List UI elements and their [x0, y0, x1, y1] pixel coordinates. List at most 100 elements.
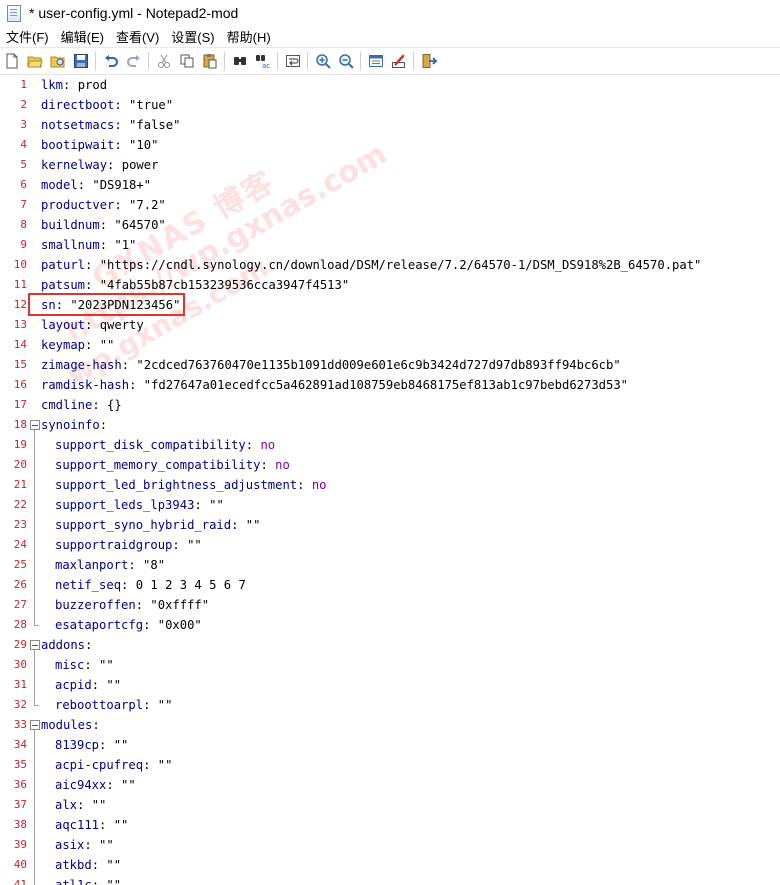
- yaml-colon: :: [114, 198, 122, 212]
- line-number: 13: [13, 318, 27, 331]
- menu-help[interactable]: 帮助(H): [221, 27, 277, 46]
- yaml-value: no: [253, 438, 276, 452]
- zoom-in-icon[interactable]: [312, 50, 334, 72]
- code-text: notsetmacs: "false": [41, 115, 180, 135]
- code-line: 30 misc: "": [0, 655, 780, 675]
- replace-icon[interactable]: ac: [252, 50, 274, 72]
- code-line: 18 synoinfo:: [0, 415, 780, 435]
- code-text: paturl: "https://cndl.synology.cn/downlo…: [41, 255, 701, 275]
- yaml-key: lkm: [41, 78, 64, 92]
- svg-text:ac: ac: [262, 62, 270, 69]
- fold-guide: [34, 730, 35, 885]
- yaml-colon: :: [106, 778, 114, 792]
- code-line: 24 supportraidgroup: "": [0, 535, 780, 555]
- code-text: support_leds_lp3943: "": [55, 495, 224, 515]
- line-number: 30: [13, 658, 27, 671]
- fold-end-marker: [34, 705, 39, 706]
- code-line: 12 sn: "2023PDN123456": [0, 295, 780, 315]
- code-line: 31 acpid: "": [0, 675, 780, 695]
- code-line: 11 patsum: "4fab55b87cb153239536cca3947f4…: [0, 275, 780, 295]
- yaml-value: "fd27647a01ecedfcc5a462891ad108759eb8468…: [136, 378, 629, 392]
- yaml-value: "": [91, 658, 114, 672]
- yaml-colon: :: [77, 178, 86, 192]
- yaml-colon: :: [114, 98, 122, 112]
- fold-guide: [34, 650, 35, 705]
- yaml-value: "false": [121, 118, 181, 132]
- new-file-icon[interactable]: [1, 50, 23, 72]
- redo-icon[interactable]: [123, 50, 145, 72]
- menu-file[interactable]: 文件(F): [0, 27, 55, 46]
- fold-toggle-icon[interactable]: [30, 720, 40, 730]
- yaml-key: support_disk_compatibility: [55, 438, 246, 452]
- line-number: 29: [13, 638, 27, 651]
- yaml-key: reboottoarpl: [55, 698, 144, 712]
- yaml-colon: :: [114, 138, 122, 152]
- word-wrap-icon[interactable]: [282, 50, 304, 72]
- code-text: acpi-cpufreq: "": [55, 755, 172, 775]
- yaml-value: prod: [70, 78, 108, 92]
- yaml-value: no: [304, 478, 327, 492]
- toolbar-separator: [360, 52, 361, 70]
- menu-settings[interactable]: 设置(S): [165, 27, 220, 46]
- code-text: aqc111: "": [55, 815, 128, 835]
- line-number: 10: [13, 258, 27, 271]
- line-number: 36: [13, 778, 27, 791]
- code-text: addons:: [41, 635, 92, 655]
- menu-edit[interactable]: 编辑(E): [55, 27, 110, 46]
- fold-toggle-icon[interactable]: [30, 420, 40, 430]
- code-line: 13 layout: qwerty: [0, 315, 780, 335]
- code-line: 19 support_disk_compatibility: no: [0, 435, 780, 455]
- code-line: 33 modules:: [0, 715, 780, 735]
- yaml-key: acpi-cpufreq: [55, 758, 144, 772]
- yaml-value: "": [201, 498, 224, 512]
- yaml-key: modules: [41, 718, 93, 732]
- copy-icon[interactable]: [176, 50, 198, 72]
- toolbar-separator: [277, 52, 278, 70]
- exit-icon[interactable]: [418, 50, 440, 72]
- code-line: 32 reboottoarpl: "": [0, 695, 780, 715]
- yaml-colon: :: [172, 538, 180, 552]
- menu-view[interactable]: 查看(V): [110, 27, 165, 46]
- line-number: 16: [13, 378, 27, 391]
- toolbar-separator: [95, 52, 96, 70]
- line-number: 1: [20, 78, 27, 91]
- yaml-key: support_syno_hybrid_raid: [55, 518, 232, 532]
- code-line: 27 buzzeroffen: "0xffff": [0, 595, 780, 615]
- yaml-key: bootipwait: [41, 138, 115, 152]
- line-number: 12: [13, 298, 27, 311]
- editor-area[interactable]: GXNAS 博客 https://wp.gxnas.com wp.gxnas.c…: [0, 74, 780, 885]
- line-number: 4: [20, 138, 27, 151]
- yaml-key: cmdline: [41, 398, 93, 412]
- code-line: 35 acpi-cpufreq: "": [0, 755, 780, 775]
- line-number: 5: [20, 158, 27, 171]
- code-line: 40 atkbd: "": [0, 855, 780, 875]
- line-number: 35: [13, 758, 27, 771]
- yaml-colon: :: [92, 398, 100, 412]
- yaml-key: synoinfo: [41, 418, 100, 432]
- customize-icon[interactable]: [388, 50, 410, 72]
- paste-icon[interactable]: [199, 50, 221, 72]
- code-line: 21 support_led_brightness_adjustment: no: [0, 475, 780, 495]
- code-text: directboot: "true": [41, 95, 173, 115]
- zoom-out-icon[interactable]: [335, 50, 357, 72]
- browse-icon[interactable]: [47, 50, 69, 72]
- code-text: misc: "": [55, 655, 114, 675]
- code-text: asix: "": [55, 835, 114, 855]
- yaml-value: "": [99, 678, 122, 692]
- yaml-colon: :: [135, 598, 144, 612]
- code-text: support_disk_compatibility: no: [55, 435, 275, 455]
- yaml-key: model: [41, 178, 78, 192]
- undo-icon[interactable]: [100, 50, 122, 72]
- code-text: reboottoarpl: "": [55, 695, 172, 715]
- find-icon[interactable]: [229, 50, 251, 72]
- cut-icon[interactable]: [153, 50, 175, 72]
- yaml-value: 0 1 2 3 4 5 6 7: [128, 578, 246, 592]
- code-text: aic94xx: "": [55, 775, 136, 795]
- fold-toggle-icon[interactable]: [30, 640, 40, 650]
- yaml-colon: :: [99, 418, 108, 432]
- scheme-icon[interactable]: [365, 50, 387, 72]
- open-file-icon[interactable]: [24, 50, 46, 72]
- save-icon[interactable]: [70, 50, 92, 72]
- code-text: model: "DS918+": [41, 175, 151, 195]
- yaml-key: support_led_brightness_adjustment: [55, 478, 298, 492]
